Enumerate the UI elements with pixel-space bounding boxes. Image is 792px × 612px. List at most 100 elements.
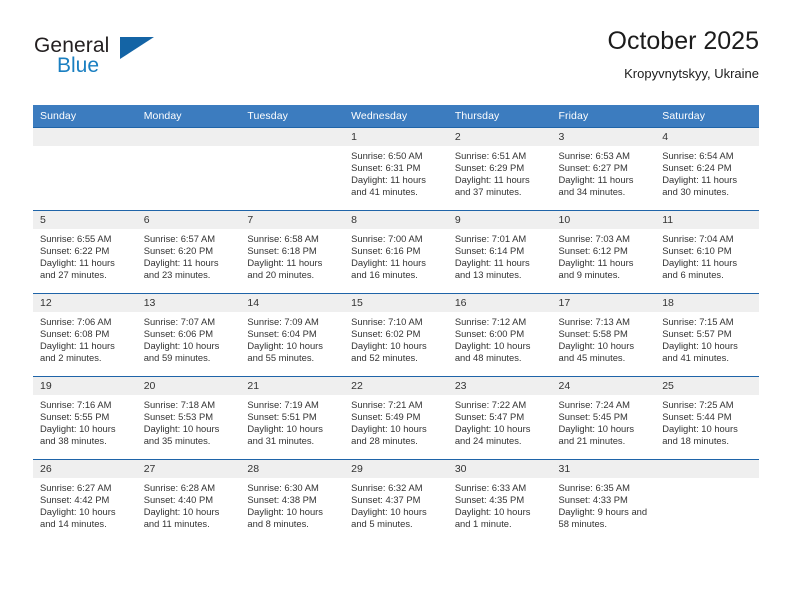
daylight-text: Daylight: 10 hours and 59 minutes. <box>143 340 220 364</box>
daylight-text: Daylight: 10 hours and 14 minutes. <box>40 506 116 530</box>
calendar-day-cell[interactable]: 7 Sunrise: 6:58 AM Sunset: 6:18 PM Daylight… <box>240 210 345 294</box>
day-details: Sunrise: 7:19 AM Sunset: 5:51 PM Daylight:… <box>240 395 344 447</box>
calendar-day-cell[interactable]: 3 Sunrise: 6:53 AM Sunset: 6:27 PM Daylight… <box>551 127 656 211</box>
day-number: 31 <box>551 460 656 478</box>
day-details: Sunrise: 6:58 AM Sunset: 6:18 PM Daylight:… <box>240 229 344 281</box>
day-number <box>136 128 241 146</box>
sunrise-text: Sunrise: 6:57 AM <box>143 233 216 244</box>
calendar-day-cell[interactable]: 5 Sunrise: 6:55 AM Sunset: 6:22 PM Daylight… <box>33 210 137 294</box>
sunset-text: Sunset: 5:53 PM <box>143 411 214 423</box>
day-number: 16 <box>447 294 552 312</box>
calendar-day-cell[interactable]: 18 Sunrise: 7:15 AM Sunset: 5:57 PM Dayligh… <box>655 293 759 377</box>
calendar-day-cell[interactable]: 23 Sunrise: 7:22 AM Sunset: 5:47 PM Dayligh… <box>447 376 552 460</box>
day-details: Sunrise: 6:57 AM Sunset: 6:20 PM Daylight:… <box>137 229 241 281</box>
day-number: 21 <box>240 377 345 395</box>
sunrise-text: Sunrise: 7:21 AM <box>351 399 423 410</box>
day-details: Sunrise: 6:35 AM Sunset: 4:33 PM Daylight:… <box>552 478 656 530</box>
calendar-day-cell[interactable]: 22 Sunrise: 7:21 AM Sunset: 5:49 PM Dayligh… <box>344 376 448 460</box>
calendar-day-cell[interactable]: 25 Sunrise: 7:25 AM Sunset: 5:44 PM Dayligh… <box>655 376 759 460</box>
day-details: Sunrise: 7:13 AM Sunset: 5:58 PM Daylight:… <box>552 312 656 364</box>
day-number: 22 <box>344 377 448 395</box>
calendar-day-cell[interactable]: 11 Sunrise: 7:04 AM Sunset: 6:10 PM Dayligh… <box>655 210 759 294</box>
calendar-day-cell[interactable]: 29 Sunrise: 6:32 AM Sunset: 4:37 PM Dayligh… <box>344 459 448 542</box>
daylight-text: Daylight: 10 hours and 18 minutes. <box>662 423 738 447</box>
sunset-text: Sunset: 6:24 PM <box>662 162 732 174</box>
sunset-text: Sunset: 5:51 PM <box>247 411 317 423</box>
day-number: 8 <box>344 211 448 229</box>
daylight-text: Daylight: 10 hours and 31 minutes. <box>247 423 323 447</box>
day-number: 1 <box>344 128 448 146</box>
sunset-text: Sunset: 4:42 PM <box>40 494 110 506</box>
day-number: 11 <box>655 211 759 229</box>
calendar-day-cell[interactable]: 10 Sunrise: 7:03 AM Sunset: 6:12 PM Dayligh… <box>551 210 656 294</box>
daylight-text: Daylight: 10 hours and 52 minutes. <box>351 340 427 364</box>
brand-word-blue: Blue <box>57 54 100 77</box>
calendar-day-cell[interactable]: 28 Sunrise: 6:30 AM Sunset: 4:38 PM Dayligh… <box>240 459 345 542</box>
sunrise-text: Sunrise: 7:22 AM <box>454 399 527 410</box>
sunset-text: Sunset: 6:18 PM <box>247 245 317 257</box>
day-details: Sunrise: 7:09 AM Sunset: 6:04 PM Daylight:… <box>240 312 344 364</box>
day-number: 25 <box>655 377 759 395</box>
calendar-day-cell[interactable]: 17 Sunrise: 7:13 AM Sunset: 5:58 PM Dayligh… <box>551 293 656 377</box>
daylight-text: Daylight: 10 hours and 45 minutes. <box>558 340 635 364</box>
weekday-header-saturday: Saturday <box>655 105 759 128</box>
sunrise-text: Sunrise: 7:25 AM <box>662 399 734 410</box>
sunset-text: Sunset: 6:31 PM <box>351 162 421 174</box>
title-block: October 2025 Kropyvnytskyy, Ukraine <box>608 26 760 83</box>
day-details: Sunrise: 7:18 AM Sunset: 5:53 PM Daylight:… <box>137 395 241 447</box>
calendar-day-cell[interactable]: 4 Sunrise: 6:54 AM Sunset: 6:24 PM Daylight… <box>655 127 759 211</box>
sunrise-text: Sunrise: 6:35 AM <box>558 482 630 493</box>
day-details: Sunrise: 7:22 AM Sunset: 5:47 PM Daylight:… <box>448 395 552 447</box>
sunrise-text: Sunrise: 7:24 AM <box>558 399 630 410</box>
calendar-day-cell[interactable]: 9 Sunrise: 7:01 AM Sunset: 6:14 PM Daylight… <box>447 210 552 294</box>
calendar-empty-cell <box>136 127 241 211</box>
triangle-logo-icon <box>120 37 154 59</box>
sunrise-text: Sunrise: 7:04 AM <box>662 233 734 244</box>
sunset-text: Sunset: 5:44 PM <box>662 411 732 423</box>
weekday-header-wednesday: Wednesday <box>344 105 448 128</box>
day-number: 12 <box>33 294 137 312</box>
calendar-day-cell[interactable]: 20 Sunrise: 7:18 AM Sunset: 5:53 PM Dayligh… <box>136 376 241 460</box>
sunrise-text: Sunrise: 6:58 AM <box>247 233 319 244</box>
calendar-day-cell[interactable]: 14 Sunrise: 7:09 AM Sunset: 6:04 PM Dayligh… <box>240 293 345 377</box>
calendar-day-cell[interactable]: 31 Sunrise: 6:35 AM Sunset: 4:33 PM Dayligh… <box>551 459 656 542</box>
daylight-text: Daylight: 9 hours and 58 minutes. <box>558 506 648 530</box>
sunset-text: Sunset: 6:27 PM <box>558 162 628 174</box>
general-blue-logo[interactable]: General Blue <box>33 34 233 90</box>
day-details: Sunrise: 7:06 AM Sunset: 6:08 PM Daylight:… <box>33 312 137 364</box>
daylight-text: Daylight: 10 hours and 21 minutes. <box>558 423 635 447</box>
daylight-text: Daylight: 11 hours and 2 minutes. <box>40 340 115 364</box>
day-number: 2 <box>447 128 552 146</box>
daylight-text: Daylight: 11 hours and 41 minutes. <box>351 174 426 198</box>
calendar-day-cell[interactable]: 1 Sunrise: 6:50 AM Sunset: 6:31 PM Daylight… <box>344 127 448 211</box>
daylight-text: Daylight: 11 hours and 16 minutes. <box>351 257 426 281</box>
day-number: 24 <box>551 377 656 395</box>
daylight-text: Daylight: 10 hours and 28 minutes. <box>351 423 427 447</box>
calendar-day-cell[interactable]: 19 Sunrise: 7:16 AM Sunset: 5:55 PM Dayligh… <box>33 376 137 460</box>
calendar-day-cell[interactable]: 16 Sunrise: 7:12 AM Sunset: 6:00 PM Dayligh… <box>447 293 552 377</box>
weekday-header-sunday: Sunday <box>33 105 137 128</box>
calendar-empty-cell <box>240 127 345 211</box>
day-details: Sunrise: 7:10 AM Sunset: 6:02 PM Daylight:… <box>344 312 448 364</box>
day-details: Sunrise: 6:51 AM Sunset: 6:29 PM Daylight:… <box>448 146 552 198</box>
day-details: Sunrise: 7:03 AM Sunset: 6:12 PM Daylight:… <box>552 229 656 281</box>
calendar-day-cell[interactable]: 30 Sunrise: 6:33 AM Sunset: 4:35 PM Dayligh… <box>447 459 552 542</box>
calendar-day-cell[interactable]: 24 Sunrise: 7:24 AM Sunset: 5:45 PM Dayligh… <box>551 376 656 460</box>
sunset-text: Sunset: 6:00 PM <box>454 328 525 340</box>
calendar-day-cell[interactable]: 12 Sunrise: 7:06 AM Sunset: 6:08 PM Dayligh… <box>33 293 137 377</box>
day-details: Sunrise: 7:25 AM Sunset: 5:44 PM Daylight:… <box>655 395 759 447</box>
sunset-text: Sunset: 6:12 PM <box>558 245 628 257</box>
calendar-day-cell[interactable]: 13 Sunrise: 7:07 AM Sunset: 6:06 PM Dayligh… <box>136 293 241 377</box>
calendar-day-cell[interactable]: 8 Sunrise: 7:00 AM Sunset: 6:16 PM Daylight… <box>344 210 448 294</box>
calendar-day-cell[interactable]: 21 Sunrise: 7:19 AM Sunset: 5:51 PM Dayligh… <box>240 376 345 460</box>
day-number: 27 <box>136 460 241 478</box>
daylight-text: Daylight: 11 hours and 6 minutes. <box>662 257 738 281</box>
day-number: 7 <box>240 211 345 229</box>
calendar-day-cell[interactable]: 15 Sunrise: 7:10 AM Sunset: 6:02 PM Dayligh… <box>344 293 448 377</box>
calendar-day-cell[interactable]: 27 Sunrise: 6:28 AM Sunset: 4:40 PM Dayligh… <box>136 459 241 542</box>
sunrise-text: Sunrise: 7:00 AM <box>351 233 423 244</box>
calendar-day-cell[interactable]: 6 Sunrise: 6:57 AM Sunset: 6:20 PM Daylight… <box>136 210 241 294</box>
calendar-day-cell[interactable]: 26 Sunrise: 6:27 AM Sunset: 4:42 PM Dayligh… <box>33 459 137 542</box>
day-number: 4 <box>655 128 759 146</box>
calendar-day-cell[interactable]: 2 Sunrise: 6:51 AM Sunset: 6:29 PM Daylight… <box>447 127 552 211</box>
